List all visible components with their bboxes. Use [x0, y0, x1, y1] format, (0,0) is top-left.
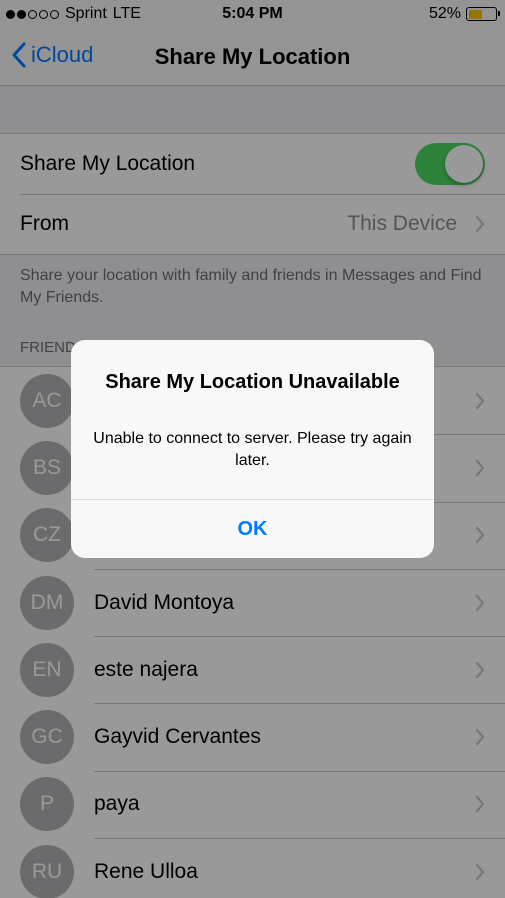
alert-dialog: Share My Location Unavailable Unable to … — [71, 340, 434, 558]
alert-message: Unable to connect to server. Please try … — [93, 430, 412, 469]
alert-title: Share My Location Unavailable — [105, 371, 400, 393]
ok-button[interactable]: OK — [71, 500, 434, 558]
